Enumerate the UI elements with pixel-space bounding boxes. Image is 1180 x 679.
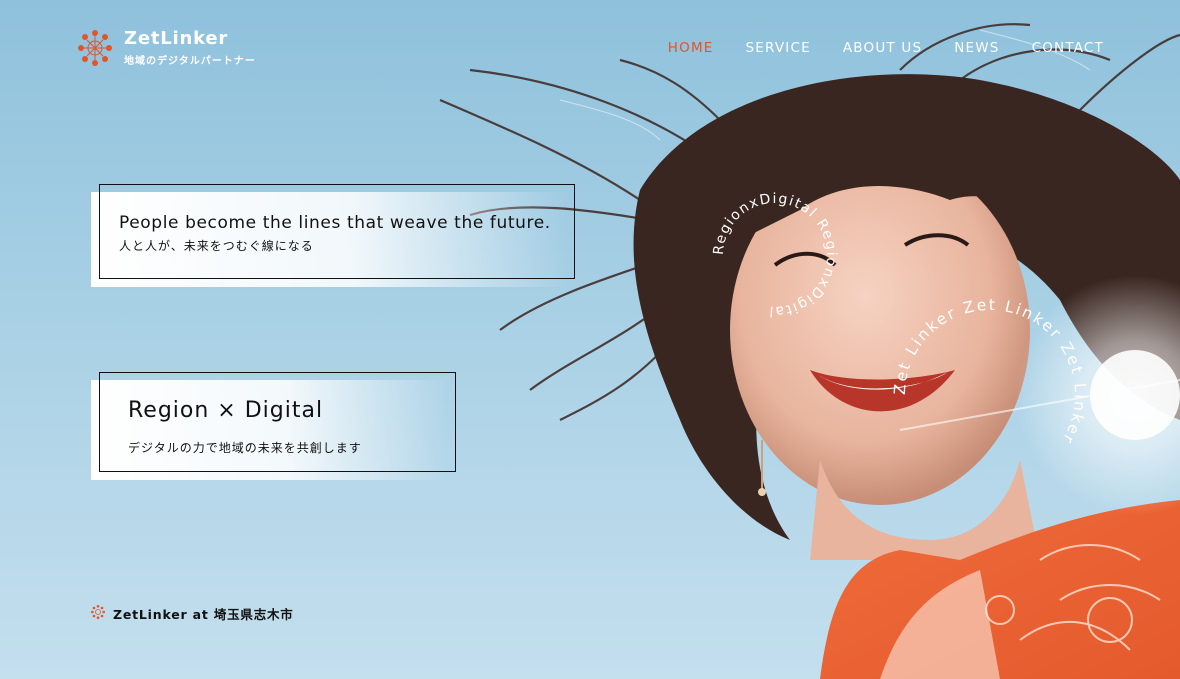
tagline-box: People become the lines that weave the f… xyxy=(91,184,575,287)
location-text: ZetLinker at 埼玉県志木市 xyxy=(113,607,294,622)
region-box: Region × Digital デジタルの力で地域の未来を共創します xyxy=(91,372,456,480)
sunburst-logo-icon xyxy=(78,30,112,66)
nav-home[interactable]: HOME xyxy=(668,40,714,56)
region-title: Region × Digital xyxy=(128,398,324,423)
nav-about-us[interactable]: ABOUT US xyxy=(843,40,922,56)
hero-photo xyxy=(0,0,1180,679)
location: ZetLinker at 埼玉県志木市 xyxy=(91,604,294,623)
site-logo[interactable]: ZetLinker 地域のデジタルパートナー xyxy=(78,29,256,67)
tagline-ja: 人と人が、未来をつむぐ線になる xyxy=(119,239,314,253)
main-nav: HOME SERVICE ABOUT US NEWS CONTACT xyxy=(668,40,1104,56)
nav-contact[interactable]: CONTACT xyxy=(1032,40,1104,56)
nav-news[interactable]: NEWS xyxy=(954,40,999,56)
tagline-en: People become the lines that weave the f… xyxy=(119,213,551,233)
logo-name: ZetLinker xyxy=(124,28,229,49)
sunburst-small-icon xyxy=(91,604,105,623)
logo-tagline: 地域のデジタルパートナー xyxy=(124,56,256,67)
region-subtitle: デジタルの力で地域の未来を共創します xyxy=(128,441,362,455)
nav-service[interactable]: SERVICE xyxy=(746,40,811,56)
